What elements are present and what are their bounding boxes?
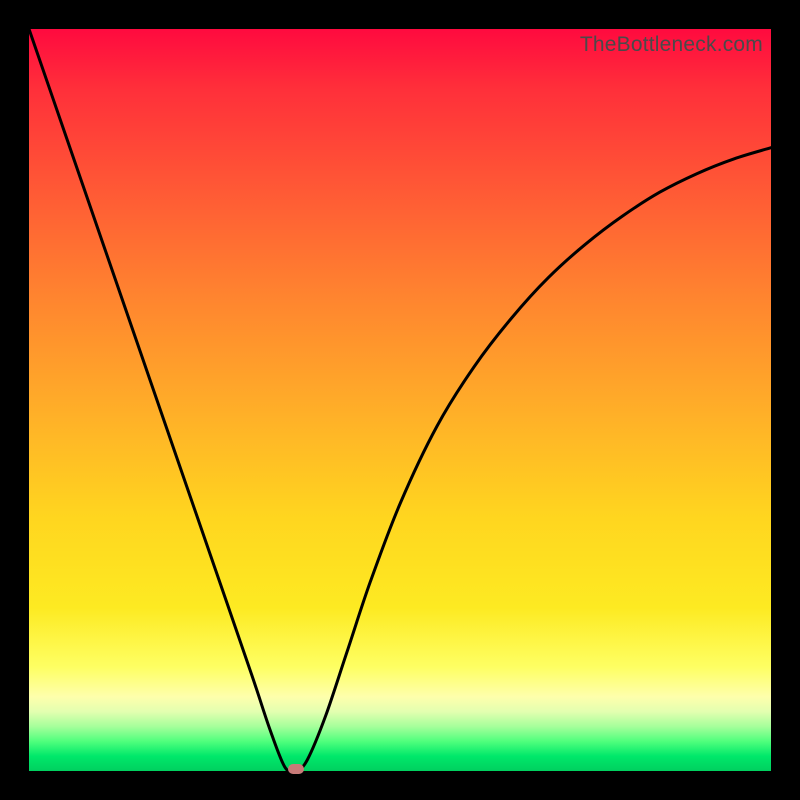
bottleneck-curve: [29, 29, 771, 771]
watermark-text: TheBottleneck.com: [580, 33, 763, 57]
chart-frame: TheBottleneck.com: [0, 0, 800, 800]
minimum-marker: [288, 764, 304, 774]
plot-area: TheBottleneck.com: [29, 29, 771, 771]
